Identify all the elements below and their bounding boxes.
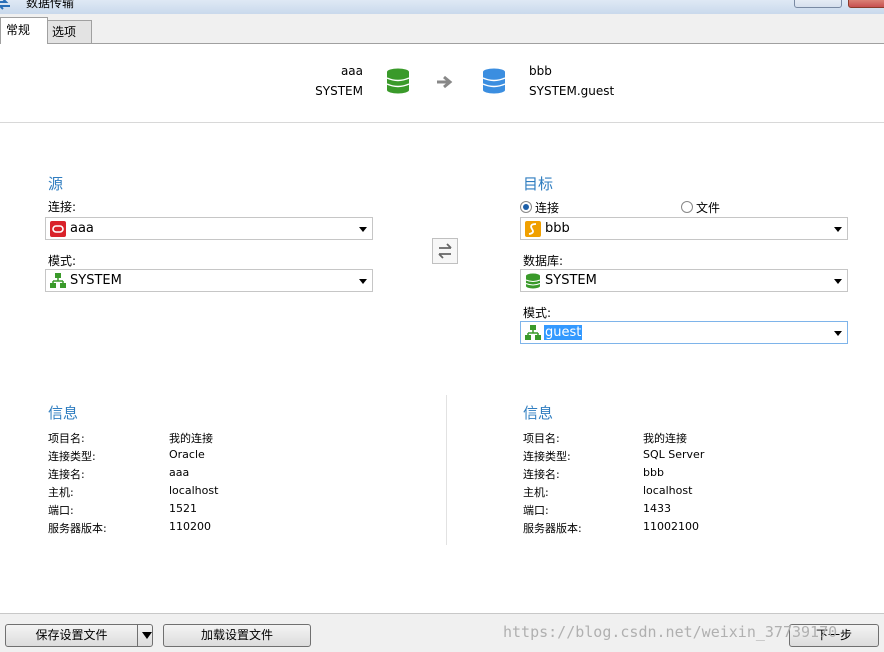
info-value: 1521 <box>169 502 197 515</box>
source-schema: SYSTEM <box>315 84 363 98</box>
source-schema-value: SYSTEM <box>70 273 122 288</box>
swap-button[interactable] <box>432 238 458 264</box>
info-key: 连接类型: <box>523 450 571 463</box>
info-key: 端口: <box>523 504 549 517</box>
database-icon <box>525 273 541 289</box>
info-value: 110200 <box>169 520 211 533</box>
target-connection-value: bbb <box>545 221 570 236</box>
info-key: 主机: <box>523 486 549 499</box>
source-name: aaa <box>340 64 363 78</box>
radio-file-label: 文件 <box>696 201 721 215</box>
title-bar: 数据传输 <box>0 0 884 14</box>
source-info-title: 信息 <box>48 404 79 422</box>
info-value: SQL Server <box>643 448 705 461</box>
swap-icon <box>438 243 452 259</box>
source-title: 源 <box>48 175 64 193</box>
oracle-icon <box>50 221 66 237</box>
target-schema-value: guest <box>544 325 583 340</box>
target-info-title: 信息 <box>523 404 554 422</box>
source-database-icon <box>386 68 410 94</box>
target-schema-select[interactable]: guest <box>520 321 848 344</box>
tab-general[interactable]: 常规 <box>0 17 48 44</box>
radio-connection-label: 连接 <box>535 201 560 215</box>
source-connection-select[interactable]: aaa <box>45 217 373 240</box>
transfer-arrow-icon <box>437 75 453 89</box>
target-database-label: 数据库: <box>523 254 564 268</box>
target-connection-select[interactable]: bbb <box>520 217 848 240</box>
info-value: Oracle <box>169 448 205 461</box>
source-schema-select[interactable]: SYSTEM <box>45 269 373 292</box>
info-value: localhost <box>169 484 219 497</box>
app-icon <box>0 0 10 10</box>
target-database-value: SYSTEM <box>545 273 597 288</box>
save-settings-label: 保存设置文件 <box>35 628 108 642</box>
target-database-select[interactable]: SYSTEM <box>520 269 848 292</box>
info-value: bbb <box>643 466 664 479</box>
radio-connection[interactable] <box>520 201 532 213</box>
chevron-down-icon <box>834 227 842 232</box>
save-settings-button[interactable]: 保存设置文件 <box>5 624 153 647</box>
minimize-button[interactable] <box>794 0 842 8</box>
window-title: 数据传输 <box>26 0 75 10</box>
info-key: 项目名: <box>48 432 85 445</box>
split-divider <box>137 625 138 646</box>
info-key: 端口: <box>48 504 74 517</box>
info-key: 连接名: <box>48 468 85 481</box>
chevron-down-icon <box>834 279 842 284</box>
chevron-down-icon <box>359 227 367 232</box>
info-value: aaa <box>169 466 190 479</box>
info-key: 连接名: <box>523 468 560 481</box>
target-schema-label: 模式: <box>523 306 552 320</box>
target-name: bbb <box>529 64 552 78</box>
close-button[interactable] <box>848 0 884 8</box>
target-title: 目标 <box>523 175 554 193</box>
info-divider <box>446 395 447 545</box>
info-key: 项目名: <box>523 432 560 445</box>
watermark: https://blog.csdn.net/weixin_37739170 <box>503 623 838 641</box>
radio-file[interactable] <box>681 201 693 213</box>
info-key: 服务器版本: <box>523 522 582 535</box>
schema-icon <box>525 325 541 340</box>
load-settings-button[interactable]: 加载设置文件 <box>163 624 311 647</box>
info-key: 主机: <box>48 486 74 499</box>
chevron-down-icon <box>834 331 842 336</box>
info-key: 连接类型: <box>48 450 96 463</box>
target-schema: SYSTEM.guest <box>529 84 615 98</box>
schema-icon <box>50 273 66 288</box>
sqlserver-icon <box>525 221 541 237</box>
dropdown-arrow-icon[interactable] <box>142 632 152 639</box>
source-schema-label: 模式: <box>48 254 77 268</box>
info-value: 1433 <box>643 502 671 515</box>
connection-summary: aaa SYSTEM bbb SYSTEM.guest <box>0 44 884 123</box>
info-key: 服务器版本: <box>48 522 107 535</box>
info-value: 我的连接 <box>169 432 213 445</box>
target-database-icon <box>482 68 506 94</box>
chevron-down-icon <box>359 279 367 284</box>
tab-options[interactable]: 选项 <box>46 20 92 43</box>
info-value: 11002100 <box>643 520 699 533</box>
tab-bar: 常规 选项 <box>0 14 884 44</box>
info-value: localhost <box>643 484 693 497</box>
source-connection-value: aaa <box>70 221 94 236</box>
source-connection-label: 连接: <box>48 200 77 214</box>
info-value: 我的连接 <box>643 432 687 445</box>
